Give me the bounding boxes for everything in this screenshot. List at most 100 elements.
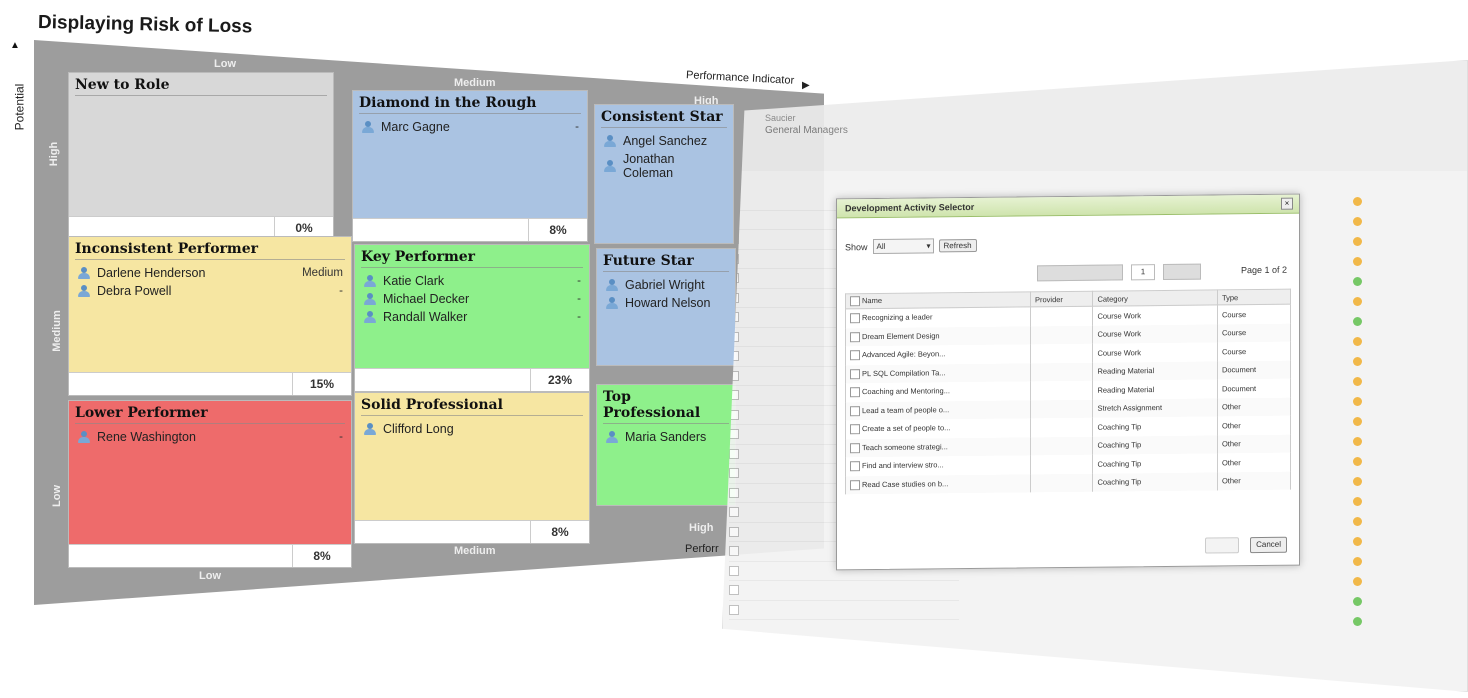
status-row xyxy=(1353,551,1453,571)
status-dot-icon xyxy=(1353,556,1362,566)
table-row[interactable]: Read Case studies on b... Coaching Tip Oth… xyxy=(845,471,1291,495)
status-row xyxy=(1353,271,1453,291)
nine-box-grid: Low Medium High Low Medium High High Med… xyxy=(34,40,824,605)
row-checkbox[interactable] xyxy=(850,350,860,361)
row-checkbox[interactable] xyxy=(729,507,739,518)
row-type-cell: Other xyxy=(1217,415,1291,435)
row-type-cell: Course xyxy=(1217,304,1291,324)
status-row xyxy=(1353,331,1453,351)
cell-title: Top Professional xyxy=(603,389,701,421)
cell-title: Diamond in the Rough xyxy=(359,95,537,111)
user-icon xyxy=(361,121,375,133)
row-provider-cell xyxy=(1030,362,1093,382)
cell-diamond-in-the-rough[interactable]: Diamond in the Rough Marc Gagne - 8% xyxy=(352,90,588,242)
row-checkbox[interactable] xyxy=(729,526,739,537)
axis-top-low: Low xyxy=(214,58,236,70)
cell-new-to-role[interactable]: New to Role 0% xyxy=(68,72,334,240)
refresh-button[interactable]: Refresh xyxy=(938,238,977,253)
close-icon[interactable]: × xyxy=(1281,197,1293,210)
status-dot-icon xyxy=(1353,336,1362,346)
pager-prev-button[interactable] xyxy=(1037,264,1123,282)
cell-consistent-star[interactable]: Consistent Star Angel Sanchez Jonathan C… xyxy=(594,104,734,244)
row-checkbox[interactable] xyxy=(850,405,860,417)
row-provider-cell xyxy=(1030,380,1093,400)
row-checkbox[interactable] xyxy=(729,546,739,557)
row-provider-cell xyxy=(1030,436,1093,456)
row-type-cell: Other xyxy=(1217,434,1291,454)
person-item[interactable]: Darlene Henderson Medium xyxy=(69,264,351,282)
page-input[interactable]: 1 xyxy=(1131,264,1155,281)
show-label: Show xyxy=(845,241,868,252)
row-provider-cell xyxy=(1030,306,1093,326)
status-dot-icon xyxy=(1353,516,1362,526)
row-type-cell: Other xyxy=(1217,397,1291,417)
row-checkbox[interactable] xyxy=(850,331,860,343)
row-name-cell: Recognizing a leader xyxy=(845,306,1031,328)
status-row xyxy=(1353,511,1453,531)
axis-top-medium: Medium xyxy=(454,77,496,89)
person-item[interactable]: Debra Powell - xyxy=(69,282,351,300)
person-item[interactable]: Rene Washington - xyxy=(69,428,351,446)
development-activity-dialog[interactable]: Development Activity Selector × Show All… xyxy=(836,193,1300,571)
list-item[interactable] xyxy=(729,581,959,601)
status-dot-icon xyxy=(1353,276,1362,286)
cell-lower-performer[interactable]: Lower Performer Rene Washington - 8% xyxy=(68,400,352,568)
row-checkbox[interactable] xyxy=(850,313,860,324)
row-checkbox[interactable] xyxy=(729,448,739,459)
person-item[interactable]: Gabriel Wright xyxy=(597,276,735,294)
row-checkbox[interactable] xyxy=(850,387,860,398)
row-checkbox[interactable] xyxy=(729,468,739,479)
show-select[interactable]: All xyxy=(872,238,934,255)
column-header-type[interactable]: Type xyxy=(1217,289,1291,305)
person-item[interactable]: Angel Sanchez xyxy=(595,132,733,150)
row-checkbox[interactable] xyxy=(729,487,739,498)
column-header-provider[interactable]: Provider xyxy=(1030,291,1093,307)
cell-title: Inconsistent Performer xyxy=(75,241,259,257)
row-category-cell: Course Work xyxy=(1092,323,1218,344)
status-row xyxy=(1353,371,1453,391)
status-dot-icon xyxy=(1353,296,1362,306)
cell-inconsistent-performer[interactable]: Inconsistent Performer Darlene Henderson… xyxy=(68,236,352,396)
row-checkbox[interactable] xyxy=(729,585,739,596)
row-checkbox[interactable] xyxy=(850,424,860,435)
person-item[interactable]: Katie Clark - xyxy=(355,272,589,290)
cell-key-performer[interactable]: Key Performer Katie Clark - Michael Deck… xyxy=(354,244,590,392)
person-item[interactable]: Randall Walker - xyxy=(355,308,589,326)
row-checkbox[interactable] xyxy=(850,479,860,491)
person-item[interactable]: Maria Sanders xyxy=(597,428,735,446)
row-provider-cell xyxy=(1030,325,1093,345)
page-title: Displaying Risk of Loss xyxy=(37,12,253,38)
cell-future-star[interactable]: Future Star Gabriel Wright Howard Nelson xyxy=(596,248,736,366)
row-type-cell: Document xyxy=(1217,360,1291,380)
pager-next-button[interactable] xyxy=(1163,263,1201,281)
person-item[interactable]: Marc Gagne - xyxy=(353,118,587,136)
row-category-cell: Stretch Assignment xyxy=(1092,397,1218,418)
user-icon xyxy=(603,160,617,172)
row-checkbox[interactable] xyxy=(850,368,860,380)
person-item[interactable]: Jonathan Coleman xyxy=(595,150,733,182)
row-checkbox[interactable] xyxy=(850,461,860,472)
status-dot-icon xyxy=(1353,196,1362,206)
person-item[interactable]: Michael Decker - xyxy=(355,290,589,308)
ok-button[interactable] xyxy=(1205,537,1239,554)
row-checkbox[interactable] xyxy=(850,442,860,454)
performance-axis-label-cut: Perforr xyxy=(685,543,719,555)
status-row xyxy=(1353,591,1453,611)
status-row xyxy=(1353,311,1453,331)
person-item[interactable]: Howard Nelson xyxy=(597,294,735,312)
status-row xyxy=(1353,611,1453,631)
row-checkbox[interactable] xyxy=(729,604,739,615)
person-item[interactable]: Clifford Long xyxy=(355,420,589,438)
user-icon xyxy=(363,423,377,435)
row-checkbox[interactable] xyxy=(729,565,739,576)
cancel-button[interactable]: Cancel xyxy=(1250,536,1287,554)
cell-top-professional[interactable]: Top Professional Maria Sanders xyxy=(596,384,736,506)
column-header-category[interactable]: Category xyxy=(1092,289,1218,307)
axis-bottom-high: High xyxy=(689,522,714,534)
user-icon xyxy=(605,297,619,309)
select-all-checkbox[interactable] xyxy=(850,296,860,307)
cell-solid-professional[interactable]: Solid Professional Clifford Long 8% xyxy=(354,392,590,544)
row-type-cell: Document xyxy=(1217,378,1291,398)
dialog-title: Development Activity Selector xyxy=(837,194,1299,219)
list-item[interactable] xyxy=(729,601,959,620)
